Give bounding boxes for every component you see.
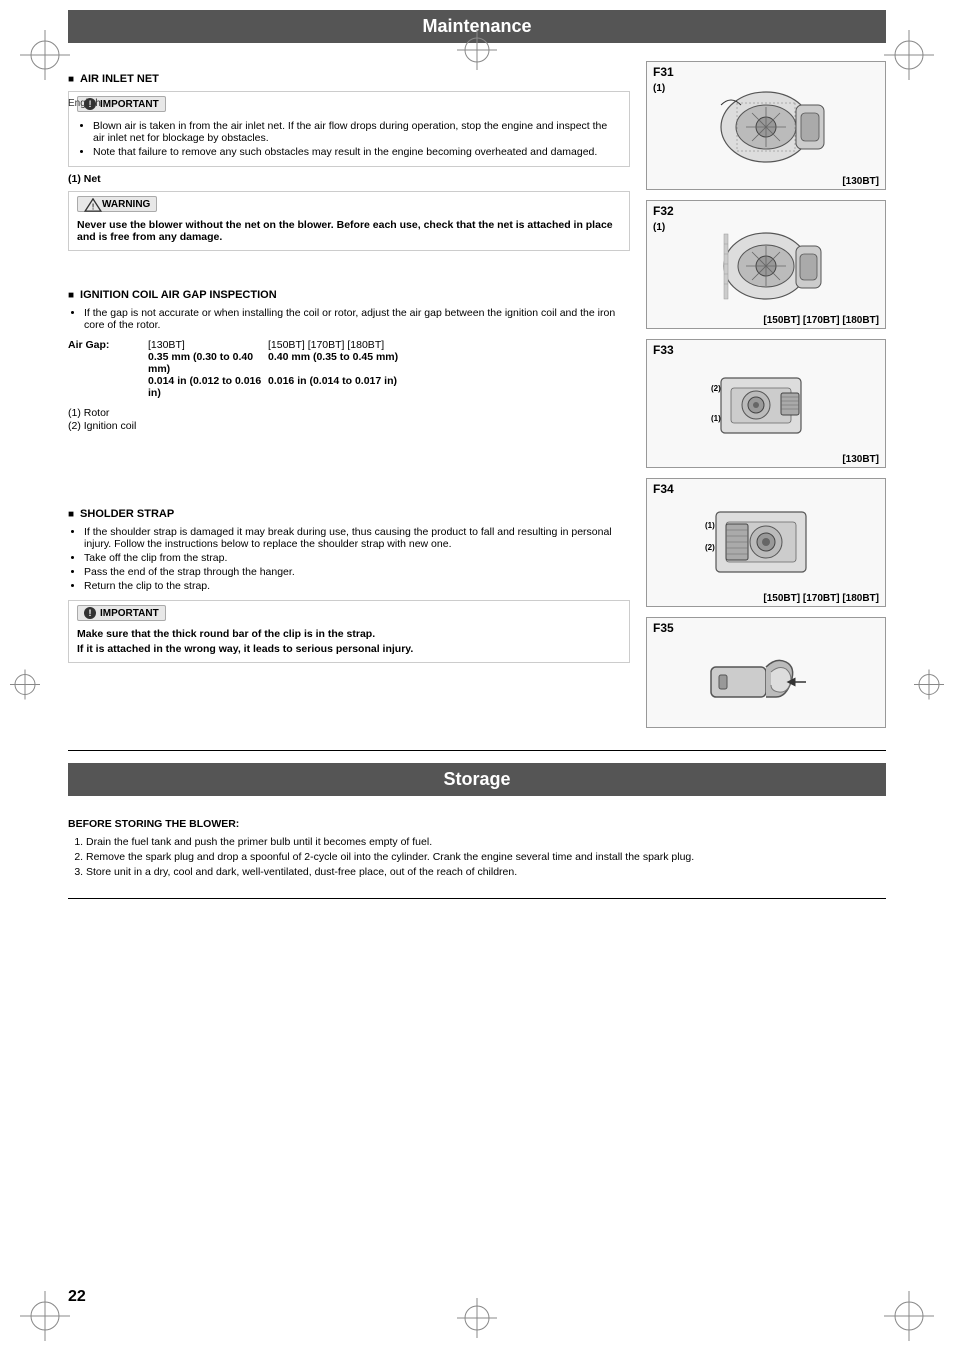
f32-content	[647, 220, 885, 313]
air-gap-label: Air Gap:	[68, 339, 148, 351]
svg-text:(1): (1)	[705, 521, 715, 530]
svg-text:(2): (2)	[705, 543, 715, 552]
ignition-coil-bullet: If the gap is not accurate or when insta…	[84, 307, 630, 331]
f33-illustration: (2) (1)	[701, 363, 831, 448]
reg-mark-bottom	[457, 1298, 497, 1341]
warning-triangle-icon: !	[84, 198, 98, 210]
f33-label: F33	[647, 340, 885, 359]
bt-other-val2: 0.016 in (0.014 to 0.017 in)	[268, 375, 630, 399]
net-label: (1) Net	[68, 173, 630, 185]
f35-illustration	[701, 647, 831, 717]
important-bold-1: Make sure that the thick round bar of th…	[77, 628, 621, 640]
important-box-2: ! IMPORTANT Make sure that the thick rou…	[68, 600, 630, 663]
bottom-divider	[68, 898, 886, 899]
rotor-label: (1) Rotor	[68, 407, 630, 419]
shoulder-strap-bullets: If the shoulder strap is damaged it may …	[68, 526, 630, 592]
strap-bullet-3: Pass the end of the strap through the ha…	[84, 566, 630, 578]
page-number: 22	[68, 1288, 86, 1306]
storage-section: BEFORE STORING THE BLOWER: Drain the fue…	[68, 806, 886, 878]
f32-label: F32	[647, 201, 885, 220]
f35-label: F35	[647, 618, 885, 637]
ignition-coil-title: IGNITION COIL AIR GAP INSPECTION	[68, 289, 630, 301]
warning-box-1: ! WARNING Never use the blower without t…	[68, 191, 630, 251]
important-box-1: ! IMPORTANT Blown air is taken in from t…	[68, 91, 630, 167]
right-column: F31 (1)	[646, 61, 886, 738]
corner-mark-tr	[884, 30, 934, 80]
storage-step-2: Remove the spark plug and drop a spoonfu…	[86, 851, 886, 863]
svg-text:(1): (1)	[711, 414, 721, 423]
corner-mark-bl	[20, 1291, 70, 1341]
ignition-coil-bullets: If the gap is not accurate or when insta…	[68, 307, 630, 331]
f31-tag: [130BT]	[647, 174, 885, 189]
f31-illustration	[701, 85, 831, 170]
reg-mark-right	[914, 664, 944, 707]
f34-label: F34	[647, 479, 885, 498]
strap-bullet-4: Return the clip to the strap.	[84, 580, 630, 592]
corner-mark-br	[884, 1291, 934, 1341]
storage-header: Storage	[68, 763, 886, 796]
figure-f31: F31 (1)	[646, 61, 886, 190]
storage-steps: Drain the fuel tank and push the primer …	[68, 836, 886, 878]
figure-f33: F33	[646, 339, 886, 468]
important-label-2: ! IMPORTANT	[77, 605, 166, 621]
f32-part-label: (1)	[653, 222, 665, 233]
figure-f34: F34	[646, 478, 886, 607]
strap-bullet-1: If the shoulder strap is damaged it may …	[84, 526, 630, 550]
f31-part-label: (1)	[653, 83, 665, 94]
f33-tag: [130BT]	[647, 452, 885, 467]
air-inlet-net-title: AIR INLET NET	[68, 73, 630, 85]
bt-other-label: [150BT] [170BT] [180BT]	[268, 339, 630, 351]
warning-text-1: Never use the blower without the net on …	[77, 219, 621, 243]
important-bold-2: If it is attached in the wrong way, it l…	[77, 643, 621, 655]
f35-content	[647, 637, 885, 727]
f31-content	[647, 81, 885, 174]
ignition-coil-label: (2) Ignition coil	[68, 420, 630, 432]
f31-label: F31	[647, 62, 885, 81]
strap-bullet-2: Take off the clip from the strap.	[84, 552, 630, 564]
svg-text:!: !	[92, 202, 95, 211]
f34-illustration: (1) (2)	[701, 502, 831, 587]
f34-content: (1) (2)	[647, 498, 885, 591]
important-bullet-1a: Blown air is taken in from the air inlet…	[93, 120, 621, 144]
f32-tag: [150BT] [170BT] [180BT]	[647, 313, 885, 328]
important-bullets-1: Blown air is taken in from the air inlet…	[77, 120, 621, 158]
reg-mark-left	[10, 664, 40, 707]
bt130-label: [130BT]	[148, 339, 268, 351]
corner-mark-tl	[20, 30, 70, 80]
reg-mark-top	[457, 30, 497, 73]
air-gap-table: Air Gap: [130BT] [150BT] [170BT] [180BT]…	[68, 339, 630, 399]
left-column: AIR INLET NET ! IMPORTANT Blown air is t…	[68, 61, 630, 738]
svg-text:(2): (2)	[711, 384, 721, 393]
f33-content: (2) (1)	[647, 359, 885, 452]
language-label: English	[68, 98, 101, 109]
f34-tag: [150BT] [170BT] [180BT]	[647, 591, 885, 606]
important-icon-2: !	[84, 607, 96, 619]
bt130-val2: 0.014 in (0.012 to 0.016 in)	[148, 375, 268, 399]
section-divider	[68, 750, 886, 751]
before-storing-label: BEFORE STORING THE BLOWER:	[68, 818, 886, 830]
important-bullet-1b: Note that failure to remove any such obs…	[93, 146, 621, 158]
bt130-val1: 0.35 mm (0.30 to 0.40 mm)	[148, 351, 268, 375]
warning-label-1: ! WARNING	[77, 196, 157, 212]
coil-labels: (1) Rotor (2) Ignition coil	[68, 407, 630, 432]
f32-illustration	[701, 224, 831, 309]
figure-f32: F32 (1)	[646, 200, 886, 329]
storage-step-3: Store unit in a dry, cool and dark, well…	[86, 866, 886, 878]
bt-other-val1: 0.40 mm (0.35 to 0.45 mm)	[268, 351, 630, 375]
storage-step-1: Drain the fuel tank and push the primer …	[86, 836, 886, 848]
shoulder-strap-title: SHOLDER STRAP	[68, 508, 630, 520]
figure-f35: F35	[646, 617, 886, 728]
